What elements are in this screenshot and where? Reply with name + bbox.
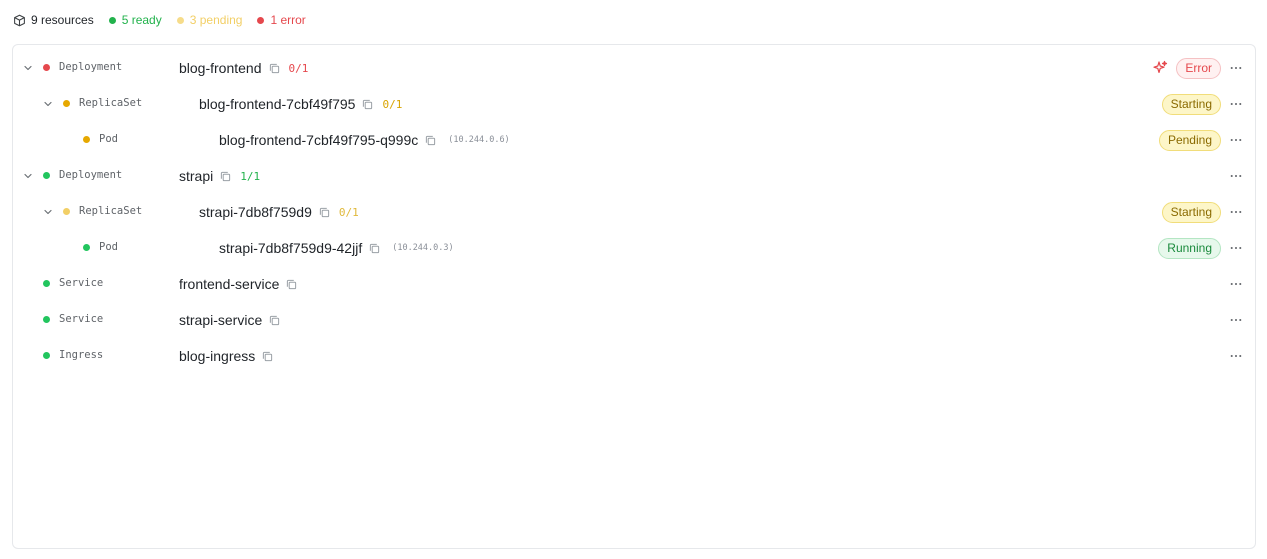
cube-icon [14, 14, 25, 26]
resource-kind: Deployment [59, 169, 123, 181]
more-options-icon[interactable] [1229, 61, 1243, 75]
ready-dot [108, 16, 116, 24]
copy-icon[interactable] [319, 207, 330, 218]
resources-count: 9 resources [13, 13, 94, 27]
pending-dot [176, 16, 184, 24]
replica-count: 0/1 [338, 205, 359, 219]
tree-row-deployment-blog-frontend[interactable]: Deployment blog-frontend 0/1 Error [13, 50, 1255, 86]
resource-name: frontend-service [179, 276, 280, 292]
copy-icon[interactable] [269, 63, 280, 74]
status-dot [43, 172, 50, 179]
resource-name: blog-frontend-7cbf49f795 [199, 96, 356, 112]
chevron-down-icon[interactable] [42, 206, 54, 218]
resource-name: strapi-7db8f759d9 [199, 204, 312, 220]
error-text: 1 error [270, 13, 306, 27]
sparkle-icon[interactable] [1152, 60, 1168, 76]
resource-kind: Service [59, 277, 104, 289]
status-dot [43, 352, 50, 359]
resource-kind: Pod [99, 241, 118, 253]
status-dot [83, 244, 90, 251]
pod-ip: (10.244.0.3) [392, 243, 454, 253]
chevron-down-icon[interactable] [22, 170, 34, 182]
copy-icon[interactable] [369, 243, 380, 254]
resource-name: blog-frontend [179, 60, 262, 76]
error-dot [257, 16, 265, 24]
status-badge: Starting [1161, 93, 1221, 115]
status-dot [43, 64, 50, 71]
resource-name: blog-ingress [179, 348, 256, 364]
more-options-icon[interactable] [1229, 97, 1243, 111]
copy-icon[interactable] [269, 315, 280, 326]
copy-icon[interactable] [262, 351, 273, 362]
resource-name: blog-frontend-7cbf49f795-q999c [219, 132, 419, 148]
resource-name: strapi [179, 168, 214, 184]
pending-text: 3 pending [189, 13, 243, 27]
copy-icon[interactable] [425, 135, 436, 146]
resource-summary: 9 resources 5 ready 3 pending 1 error [13, 11, 321, 29]
status-badge: Pending [1158, 129, 1221, 151]
resource-kind: Service [59, 313, 104, 325]
pending-count: 3 pending [176, 13, 243, 27]
tree-row-service-strapi[interactable]: Service strapi-service [13, 302, 1255, 338]
more-options-icon[interactable] [1229, 205, 1243, 219]
status-dot [43, 316, 50, 323]
status-dot [63, 208, 70, 215]
resource-kind: Deployment [59, 61, 123, 73]
status-dot [63, 100, 70, 107]
more-options-icon[interactable] [1229, 313, 1243, 327]
resources-text: 9 resources [31, 13, 94, 27]
more-options-icon[interactable] [1229, 133, 1243, 147]
status-badge: Running [1158, 237, 1221, 259]
status-dot [43, 280, 50, 287]
status-badge: Error [1176, 57, 1221, 79]
error-count: 1 error [257, 13, 306, 27]
tree-row-replicaset-strapi[interactable]: ReplicaSet strapi-7db8f759d9 0/1 Startin… [13, 194, 1255, 230]
tree-row-pod-blog-frontend[interactable]: Pod blog-frontend-7cbf49f795-q999c (10.2… [13, 122, 1255, 158]
tree-row-ingress-blog[interactable]: Ingress blog-ingress [13, 338, 1255, 374]
more-options-icon[interactable] [1229, 277, 1243, 291]
chevron-down-icon[interactable] [42, 98, 54, 110]
status-dot [83, 136, 90, 143]
replica-count: 0/1 [288, 61, 309, 75]
ready-text: 5 ready [121, 13, 162, 27]
tree-row-service-frontend[interactable]: Service frontend-service [13, 266, 1255, 302]
resource-kind: ReplicaSet [79, 97, 143, 109]
ready-count: 5 ready [108, 13, 162, 27]
replica-count: 1/1 [240, 169, 261, 183]
chevron-down-icon[interactable] [22, 62, 34, 74]
pod-ip: (10.244.0.6) [448, 135, 510, 145]
more-options-icon[interactable] [1229, 169, 1243, 183]
tree-row-deployment-strapi[interactable]: Deployment strapi 1/1 [13, 158, 1255, 194]
resource-kind: Pod [99, 133, 118, 145]
tree-row-replicaset-blog-frontend[interactable]: ReplicaSet blog-frontend-7cbf49f795 0/1 … [13, 86, 1255, 122]
status-badge: Starting [1161, 201, 1221, 223]
resource-name: strapi-7db8f759d9-42jjf [219, 240, 363, 256]
copy-icon[interactable] [362, 99, 373, 110]
resource-kind: Ingress [59, 349, 104, 361]
resource-name: strapi-service [179, 312, 263, 328]
more-options-icon[interactable] [1229, 241, 1243, 255]
copy-icon[interactable] [286, 279, 297, 290]
copy-icon[interactable] [220, 171, 231, 182]
resource-tree: Deployment blog-frontend 0/1 Error Repli… [12, 44, 1256, 549]
resource-kind: ReplicaSet [79, 205, 143, 217]
replica-count: 0/1 [382, 97, 403, 111]
tree-row-pod-strapi[interactable]: Pod strapi-7db8f759d9-42jjf (10.244.0.3)… [13, 230, 1255, 266]
more-options-icon[interactable] [1229, 349, 1243, 363]
